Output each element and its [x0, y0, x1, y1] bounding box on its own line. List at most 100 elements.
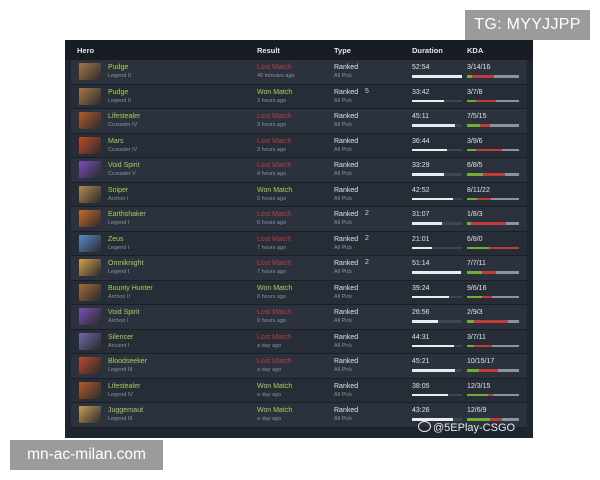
header-duration: Duration — [412, 46, 443, 55]
hero-name[interactable]: Bloodseeker — [108, 358, 147, 365]
hero-portrait-icon[interactable] — [79, 357, 101, 374]
match-result[interactable]: Won Match — [257, 383, 292, 390]
assists-segment — [493, 75, 519, 78]
hero-name[interactable]: Pudge — [108, 89, 128, 96]
table-row[interactable]: Void Spirit Archon I Lost Match 9 hours ago… — [71, 305, 527, 330]
table-row[interactable]: Zeus Legend I Lost Match 7 hours ago Ranked A… — [71, 231, 527, 256]
match-result[interactable]: Won Match — [257, 407, 292, 414]
hero-portrait-icon[interactable] — [79, 406, 101, 423]
kda-bar — [467, 320, 519, 323]
match-result[interactable]: Won Match — [257, 187, 292, 194]
match-time: 8 hours ago — [257, 293, 287, 300]
deaths-segment — [474, 320, 508, 323]
match-result[interactable]: Lost Match — [257, 211, 291, 218]
deaths-segment — [471, 222, 506, 225]
match-result[interactable]: Lost Match — [257, 138, 291, 145]
match-result[interactable]: Lost Match — [257, 113, 291, 120]
table-row[interactable]: Lifestealer Legend IV Won Match a day ago Ra… — [71, 378, 527, 403]
kills-segment — [467, 295, 483, 298]
header-kda: KDA — [467, 46, 484, 55]
table-row[interactable]: Omniknight Legend I Lost Match 7 hours ago R… — [71, 256, 527, 281]
table-row[interactable]: Pudge Legend II Won Match 2 hours ago Ranked… — [71, 84, 527, 109]
match-type: Ranked — [334, 137, 359, 145]
hero-portrait-icon[interactable] — [79, 185, 101, 203]
hero-portrait-icon[interactable] — [79, 283, 101, 301]
hero-portrait-icon[interactable] — [79, 259, 101, 276]
match-result[interactable]: Lost Match — [257, 162, 291, 169]
hero-name[interactable]: Zeus — [108, 236, 124, 243]
match-duration: 39:24 — [412, 284, 430, 292]
table-row[interactable]: Sniper Archon I Won Match 5 hours ago Ranked… — [71, 182, 527, 207]
hero-name[interactable]: Omniknight — [108, 260, 143, 267]
hero-rank: Legend I — [108, 244, 130, 251]
duration-bar-fill — [412, 124, 455, 127]
match-result[interactable]: Won Match — [257, 89, 292, 96]
kills-segment — [467, 99, 476, 102]
match-time: 7 hours ago — [257, 244, 287, 251]
match-result[interactable]: Lost Match — [257, 358, 291, 365]
match-duration: 26:56 — [412, 309, 430, 316]
hero-portrait-icon[interactable] — [79, 112, 101, 129]
hero-rank: Archon I — [108, 318, 129, 324]
hero-name[interactable]: Lifestealer — [108, 383, 140, 390]
kda-value: 8/11/22 — [467, 186, 490, 194]
tg-badge: TG: MYYJJPP — [465, 10, 590, 40]
hero-portrait-icon[interactable] — [79, 136, 101, 154]
table-row[interactable]: Earthshaker Legend I Lost Match 6 hours ago… — [71, 207, 527, 232]
hero-name[interactable]: Sniper — [108, 187, 128, 194]
hero-name[interactable]: Pudge — [108, 64, 128, 71]
match-duration: 43:26 — [412, 407, 430, 414]
hero-name[interactable]: Juggernaut — [108, 407, 143, 414]
hero-portrait-icon[interactable] — [79, 308, 101, 325]
table-row[interactable]: Silencer Ancient I Lost Match a day ago Rank… — [71, 329, 527, 354]
table-row[interactable]: Pudge Legend II Lost Match 40 minutes ago Ra… — [71, 60, 527, 85]
kills-segment — [467, 271, 482, 274]
hero-portrait-icon[interactable] — [79, 87, 101, 105]
duration-bar-fill — [412, 173, 444, 176]
match-result[interactable]: Lost Match — [257, 334, 291, 341]
duration-bar-track — [412, 393, 462, 396]
table-row[interactable]: Bounty Hunter Archon II Won Match 8 hours a… — [71, 280, 527, 305]
hero-name[interactable]: Void Spirit — [108, 309, 140, 316]
hero-name[interactable]: Bounty Hunter — [108, 285, 153, 292]
match-duration: 52:54 — [412, 64, 430, 71]
match-result[interactable]: Lost Match — [257, 260, 291, 267]
kda-value: 12/6/9 — [467, 407, 487, 414]
duration-bar-fill — [412, 197, 453, 200]
table-row[interactable]: Void Spirit Crusader V Lost Match 4 hours a… — [71, 158, 527, 183]
kda-value: 3/7/11 — [467, 333, 486, 341]
assists-segment — [492, 295, 519, 298]
table-row[interactable]: Mars Crusader IV Lost Match 3 hours ago Rank… — [71, 133, 527, 158]
hero-name[interactable]: Lifestealer — [108, 113, 140, 120]
match-result[interactable]: Lost Match — [257, 236, 291, 243]
kda-value: 3/7/8 — [467, 88, 483, 96]
kda-value: 10/15/17 — [467, 358, 495, 365]
table-row[interactable]: Lifestealer Crusader IV Lost Match 3 hours … — [71, 109, 527, 134]
hero-portrait-icon[interactable] — [79, 161, 101, 178]
watermark-text: @5EPlay-CSGO — [433, 422, 516, 434]
table-row[interactable]: Bloodseeker Legend III Lost Match a day ago… — [71, 354, 527, 379]
match-list: Pudge Legend II Lost Match 40 minutes ago Ra… — [71, 60, 527, 428]
hero-name[interactable]: Mars — [108, 138, 124, 145]
kda-value: 12/3/15 — [467, 382, 491, 390]
game-mode: All Pick — [334, 97, 353, 104]
hero-name[interactable]: Earthshaker — [108, 211, 146, 218]
hero-name[interactable]: Void Spirit — [108, 162, 140, 169]
hero-portrait-icon[interactable] — [79, 332, 101, 350]
match-result[interactable]: Lost Match — [257, 309, 291, 316]
hero-portrait-icon[interactable] — [79, 210, 101, 227]
assists-segment — [491, 197, 519, 200]
match-result[interactable]: Won Match — [257, 285, 292, 292]
hero-portrait-icon[interactable] — [79, 63, 101, 80]
duration-bar-fill — [412, 246, 432, 249]
hero-portrait-icon[interactable] — [79, 234, 101, 252]
hero-name[interactable]: Silencer — [108, 334, 133, 341]
match-result[interactable]: Lost Match — [257, 64, 291, 71]
kda-bar — [467, 173, 519, 176]
match-duration: 44:31 — [412, 333, 430, 341]
kda-value: 9/6/16 — [467, 284, 487, 292]
match-time: 5 hours ago — [257, 195, 287, 202]
duration-bar-fill — [412, 393, 448, 396]
match-time: a day ago — [257, 367, 282, 373]
hero-portrait-icon[interactable] — [79, 381, 101, 399]
